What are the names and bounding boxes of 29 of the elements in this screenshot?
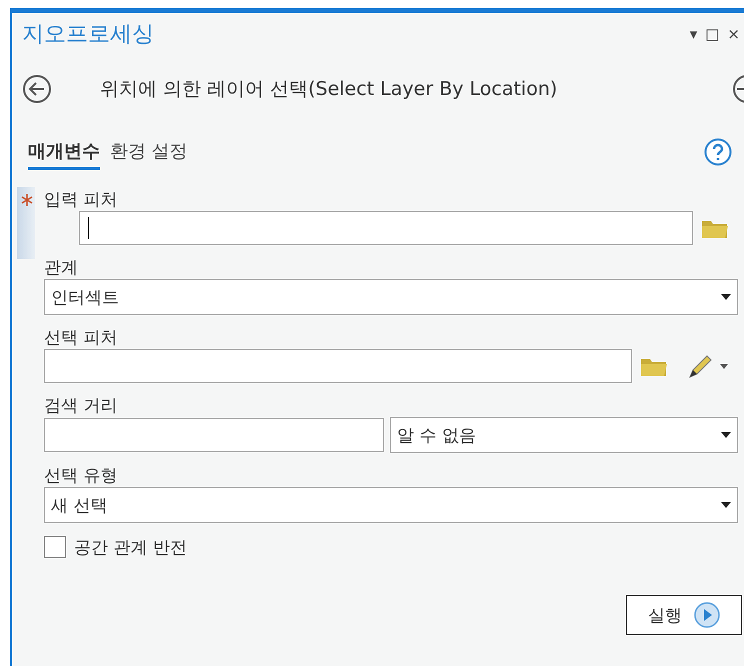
play-icon bbox=[694, 602, 720, 628]
tab[interactable]: 매개변수 bbox=[28, 134, 100, 170]
parameter-label: 관계 bbox=[44, 256, 79, 279]
window-control[interactable]: □ bbox=[705, 25, 720, 43]
dropdown[interactable]: 인터섹트 bbox=[44, 279, 738, 315]
tab[interactable]: 환경 설정 bbox=[110, 134, 188, 170]
dropdown-arrow-icon[interactable] bbox=[721, 432, 731, 438]
panel-title: 지오프로세싱 bbox=[22, 21, 154, 49]
input-field[interactable] bbox=[44, 349, 632, 383]
required-icon bbox=[21, 194, 33, 206]
dropdown[interactable]: 새 선택 bbox=[44, 487, 738, 523]
parameter-label: 선택 피처 bbox=[44, 326, 118, 349]
parameter-label: 검색 거리 bbox=[44, 394, 118, 417]
dropdown-arrow-icon[interactable] bbox=[721, 502, 731, 508]
help-icon[interactable] bbox=[704, 138, 732, 166]
input-field[interactable] bbox=[79, 211, 693, 245]
tool-title: 위치에 의한 레이어 선택(Select Layer By Location) bbox=[100, 77, 558, 102]
checkbox[interactable] bbox=[44, 536, 66, 558]
window-control[interactable]: × bbox=[727, 25, 740, 43]
input-field[interactable] bbox=[44, 418, 384, 452]
parameter-label: 입력 피처 bbox=[44, 188, 118, 211]
pencil-icon[interactable] bbox=[686, 353, 728, 379]
back-icon[interactable] bbox=[22, 74, 52, 104]
parameter-label: 선택 유형 bbox=[44, 464, 118, 487]
dropdown[interactable]: 알 수 없음 bbox=[390, 417, 738, 453]
window-control[interactable]: ▾ bbox=[690, 25, 698, 43]
dropdown-arrow-icon[interactable] bbox=[721, 294, 731, 300]
checkbox-label: 공간 관계 반전 bbox=[74, 536, 187, 559]
run-button[interactable]: 실행 bbox=[626, 595, 742, 635]
